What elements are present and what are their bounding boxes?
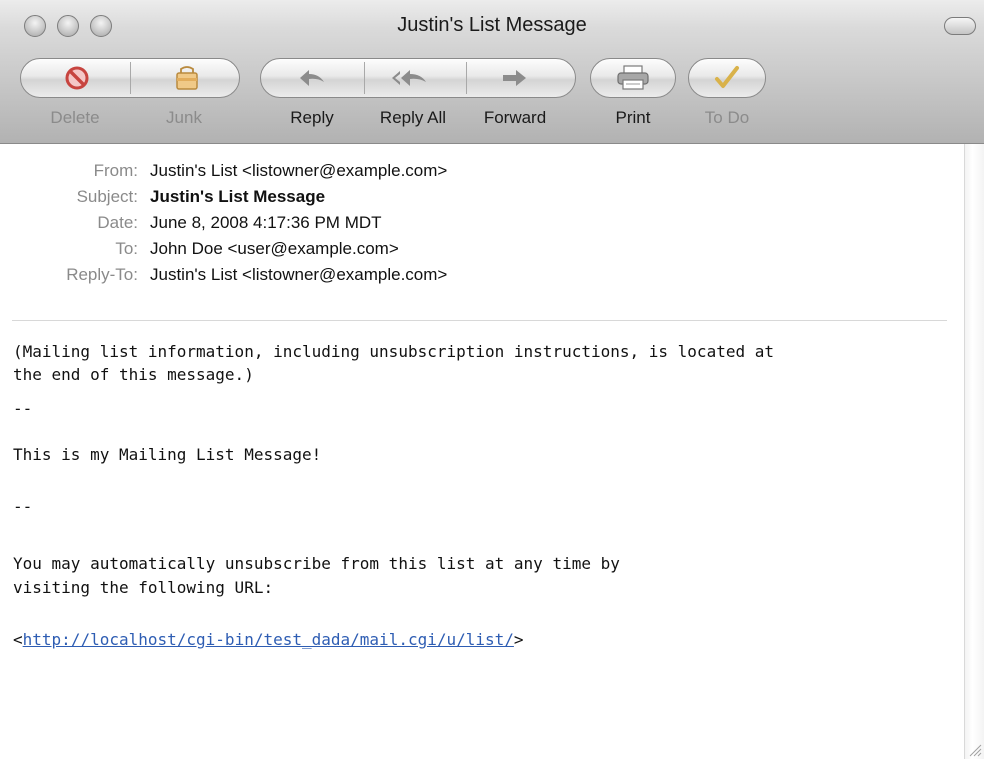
header-divider — [12, 320, 947, 321]
reply-to-address[interactable]: Justin's List <listowner@example.com> — [150, 262, 447, 288]
header-subject: Subject: Justin's List Message — [0, 184, 960, 210]
print-icon[interactable] — [614, 63, 652, 93]
header-from: From: Justin's List <listowner@example.c… — [0, 158, 960, 184]
delete-junk-group — [20, 58, 240, 98]
url-bracket: > — [513, 630, 524, 649]
window-toolbar: Justin's List Message Delete Junk Reply … — [0, 0, 984, 144]
body-line: the end of this message.) — [13, 365, 254, 384]
mail-window: Justin's List Message Delete Junk Reply … — [0, 0, 984, 759]
body-message: This is my Mailing List Message! — [13, 445, 322, 464]
reply-icon[interactable] — [295, 64, 329, 92]
checkmark-icon[interactable] — [711, 63, 743, 93]
todo-button-label[interactable]: To Do — [690, 108, 764, 128]
date-text: June 8, 2008 4:17:36 PM MDT — [150, 213, 382, 232]
body-line: visiting the following URL: — [13, 578, 274, 597]
toolbar-toggle-button[interactable] — [944, 17, 976, 35]
print-button-label[interactable]: Print — [598, 108, 668, 128]
header-date: Date: June 8, 2008 4:17:36 PM MDT — [0, 210, 960, 236]
subject-text: Justin's List Message — [150, 187, 326, 206]
body-line: You may automatically unsubscribe from t… — [13, 554, 620, 573]
header-reply-to: Reply-To: Justin's List <listowner@examp… — [0, 262, 960, 288]
body-separator: -- — [13, 497, 33, 516]
reply-all-icon[interactable] — [389, 64, 431, 92]
body-line: (Mailing list information, including uns… — [13, 342, 774, 361]
reply-all-button-label[interactable]: Reply All — [368, 108, 458, 128]
sender-address[interactable]: Justin's List <listowner@example.com> — [150, 158, 447, 184]
message-view: From: Justin's List <listowner@example.c… — [0, 144, 964, 759]
forward-icon[interactable] — [498, 64, 532, 92]
recipient-address[interactable]: John Doe <user@example.com> — [150, 236, 399, 262]
reply-button-label[interactable]: Reply — [280, 108, 344, 128]
delete-icon[interactable] — [63, 64, 91, 92]
body-separator: -- — [13, 399, 33, 418]
unsubscribe-link[interactable]: http://localhost/cgi-bin/test_dada/mail.… — [23, 630, 514, 649]
vertical-scrollbar[interactable] — [964, 144, 984, 759]
header-to: To: John Doe <user@example.com> — [0, 236, 960, 262]
header-label: Date: — [97, 213, 138, 232]
header-label: Subject: — [76, 187, 138, 206]
url-bracket: < — [13, 630, 23, 649]
header-label: From: — [93, 161, 138, 180]
header-label: To: — [115, 239, 138, 258]
forward-button-label[interactable]: Forward — [472, 108, 558, 128]
header-label: Reply-To: — [66, 265, 138, 284]
delete-button-label[interactable]: Delete — [40, 108, 110, 128]
junk-button-label[interactable]: Junk — [152, 108, 216, 128]
resize-grip-icon[interactable] — [966, 741, 982, 757]
junk-icon[interactable] — [172, 63, 202, 93]
unsubscribe-url-line: <http://localhost/cgi-bin/test_dada/mail… — [13, 629, 524, 651]
window-title: Justin's List Message — [397, 14, 587, 36]
